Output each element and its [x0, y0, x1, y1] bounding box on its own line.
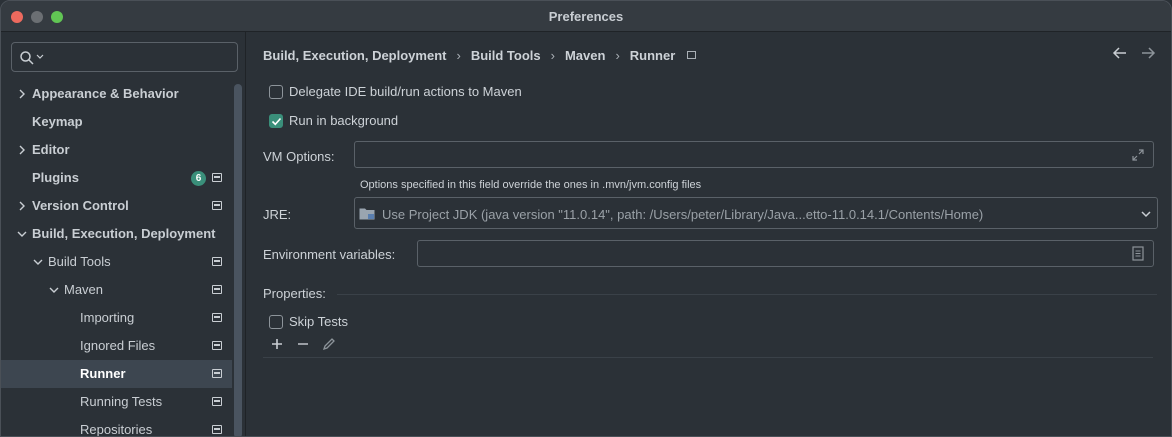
preferences-window: Preferences Appearance & Behavior Keymap… — [0, 0, 1172, 437]
breadcrumb-item[interactable]: Build, Execution, Deployment — [263, 48, 446, 63]
sidebar-item-importing[interactable]: Importing — [1, 304, 232, 332]
delegate-label[interactable]: Delegate IDE build/run actions to Maven — [289, 84, 522, 99]
page-icon — [212, 397, 222, 406]
jre-select[interactable]: Use Project JDK (java version "11.0.14",… — [354, 197, 1158, 229]
properties-toolbar — [263, 332, 1153, 358]
chevron-right-icon: › — [615, 47, 620, 63]
sidebar-item-label: Importing — [80, 310, 135, 325]
page-icon — [212, 369, 222, 378]
arrow-right-icon[interactable] — [1139, 44, 1157, 62]
properties-label: Properties: — [263, 286, 326, 301]
properties-table[interactable] — [263, 359, 1153, 436]
chevron-right-icon: › — [456, 47, 461, 63]
sidebar-item-label: Plugins — [32, 170, 79, 185]
page-icon — [212, 173, 222, 182]
sidebar-item-maven[interactable]: Maven — [1, 276, 232, 304]
page-icon — [687, 51, 697, 59]
page-icon — [212, 313, 222, 322]
sidebar-item-plugins[interactable]: Plugins 6 — [1, 164, 232, 192]
env-variables-field[interactable] — [417, 240, 1154, 267]
run-in-background-label[interactable]: Run in background — [289, 113, 398, 128]
page-icon — [212, 201, 222, 210]
breadcrumb-item[interactable]: Maven — [565, 48, 605, 63]
chevron-down-icon — [33, 259, 43, 265]
sidebar-item-label: Version Control — [32, 198, 129, 213]
settings-panel: Build, Execution, Deployment › Build Too… — [247, 32, 1171, 436]
vm-options-label: VM Options: — [263, 149, 335, 164]
sidebar: Appearance & Behavior Keymap Editor Plug… — [1, 32, 246, 437]
sidebar-item-label: Build Tools — [48, 254, 111, 269]
settings-tree: Appearance & Behavior Keymap Editor Plug… — [1, 80, 232, 437]
sidebar-item-repositories[interactable]: Repositories — [1, 416, 232, 437]
skip-tests-label[interactable]: Skip Tests — [289, 314, 348, 329]
chevron-right-icon — [19, 201, 25, 211]
chevron-right-icon — [19, 89, 25, 99]
title-bar: Preferences — [1, 1, 1171, 32]
page-icon — [212, 341, 222, 350]
vm-options-field[interactable] — [354, 141, 1154, 168]
jre-value: Use Project JDK (java version "11.0.14",… — [382, 207, 984, 222]
chevron-down-icon — [36, 54, 44, 59]
sidebar-item-keymap[interactable]: Keymap — [1, 108, 232, 136]
sidebar-item-version-control[interactable]: Version Control — [1, 192, 232, 220]
sidebar-item-label: Maven — [64, 282, 104, 297]
search-icon — [20, 51, 34, 65]
minus-icon[interactable] — [295, 336, 311, 352]
folder-icon — [359, 208, 375, 220]
pencil-icon[interactable] — [321, 336, 337, 352]
dropdown-icon — [1141, 211, 1151, 218]
breadcrumb-item: Runner — [629, 47, 676, 63]
sidebar-item-editor[interactable]: Editor — [1, 136, 232, 164]
chevron-down-icon — [49, 287, 59, 293]
sidebar-item-label: Keymap — [32, 114, 83, 129]
sidebar-item-runner[interactable]: Runner — [1, 360, 232, 388]
sidebar-item-ignored-files[interactable]: Ignored Files — [1, 332, 232, 360]
page-icon — [212, 425, 222, 434]
document-icon[interactable] — [1132, 246, 1144, 261]
page-icon — [212, 257, 222, 266]
sidebar-item-label: Runner — [80, 366, 126, 381]
skip-tests-checkbox[interactable] — [269, 315, 283, 329]
run-in-background-checkbox[interactable] — [269, 114, 283, 128]
plugins-update-badge: 6 — [191, 171, 206, 186]
sidebar-item-label: Running Tests — [80, 394, 163, 409]
sidebar-item-build-execution-deployment[interactable]: Build, Execution, Deployment — [1, 220, 232, 248]
sidebar-item-build-tools[interactable]: Build Tools — [1, 248, 232, 276]
sidebar-item-running-tests[interactable]: Running Tests — [1, 388, 232, 416]
sidebar-scrollbar[interactable] — [234, 84, 242, 436]
search-input[interactable] — [11, 42, 238, 72]
plus-icon[interactable] — [269, 336, 285, 352]
breadcrumb: Build, Execution, Deployment › Build Too… — [263, 46, 697, 64]
arrow-left-icon[interactable] — [1111, 44, 1129, 62]
expand-icon[interactable] — [1131, 148, 1145, 162]
window-title: Preferences — [548, 9, 624, 24]
checkmark-icon — [271, 117, 282, 126]
separator — [337, 294, 1157, 295]
sidebar-item-appearance[interactable]: Appearance & Behavior — [1, 80, 232, 108]
env-variables-label: Environment variables: — [263, 247, 396, 262]
jre-label: JRE: — [263, 207, 292, 222]
sidebar-item-label: Ignored Files — [80, 338, 156, 353]
chevron-right-icon — [19, 145, 25, 155]
chevron-down-icon — [17, 231, 27, 237]
breadcrumb-item[interactable]: Build Tools — [471, 48, 541, 63]
sidebar-item-label: Build, Execution, Deployment — [32, 226, 216, 241]
delegate-checkbox[interactable] — [269, 85, 283, 99]
page-icon — [212, 285, 222, 294]
sidebar-item-label: Appearance & Behavior — [32, 86, 179, 101]
chevron-right-icon: › — [550, 47, 555, 63]
sidebar-item-label: Repositories — [80, 422, 153, 437]
sidebar-item-label: Editor — [32, 142, 70, 157]
vm-options-hint: Options specified in this field override… — [360, 179, 702, 191]
